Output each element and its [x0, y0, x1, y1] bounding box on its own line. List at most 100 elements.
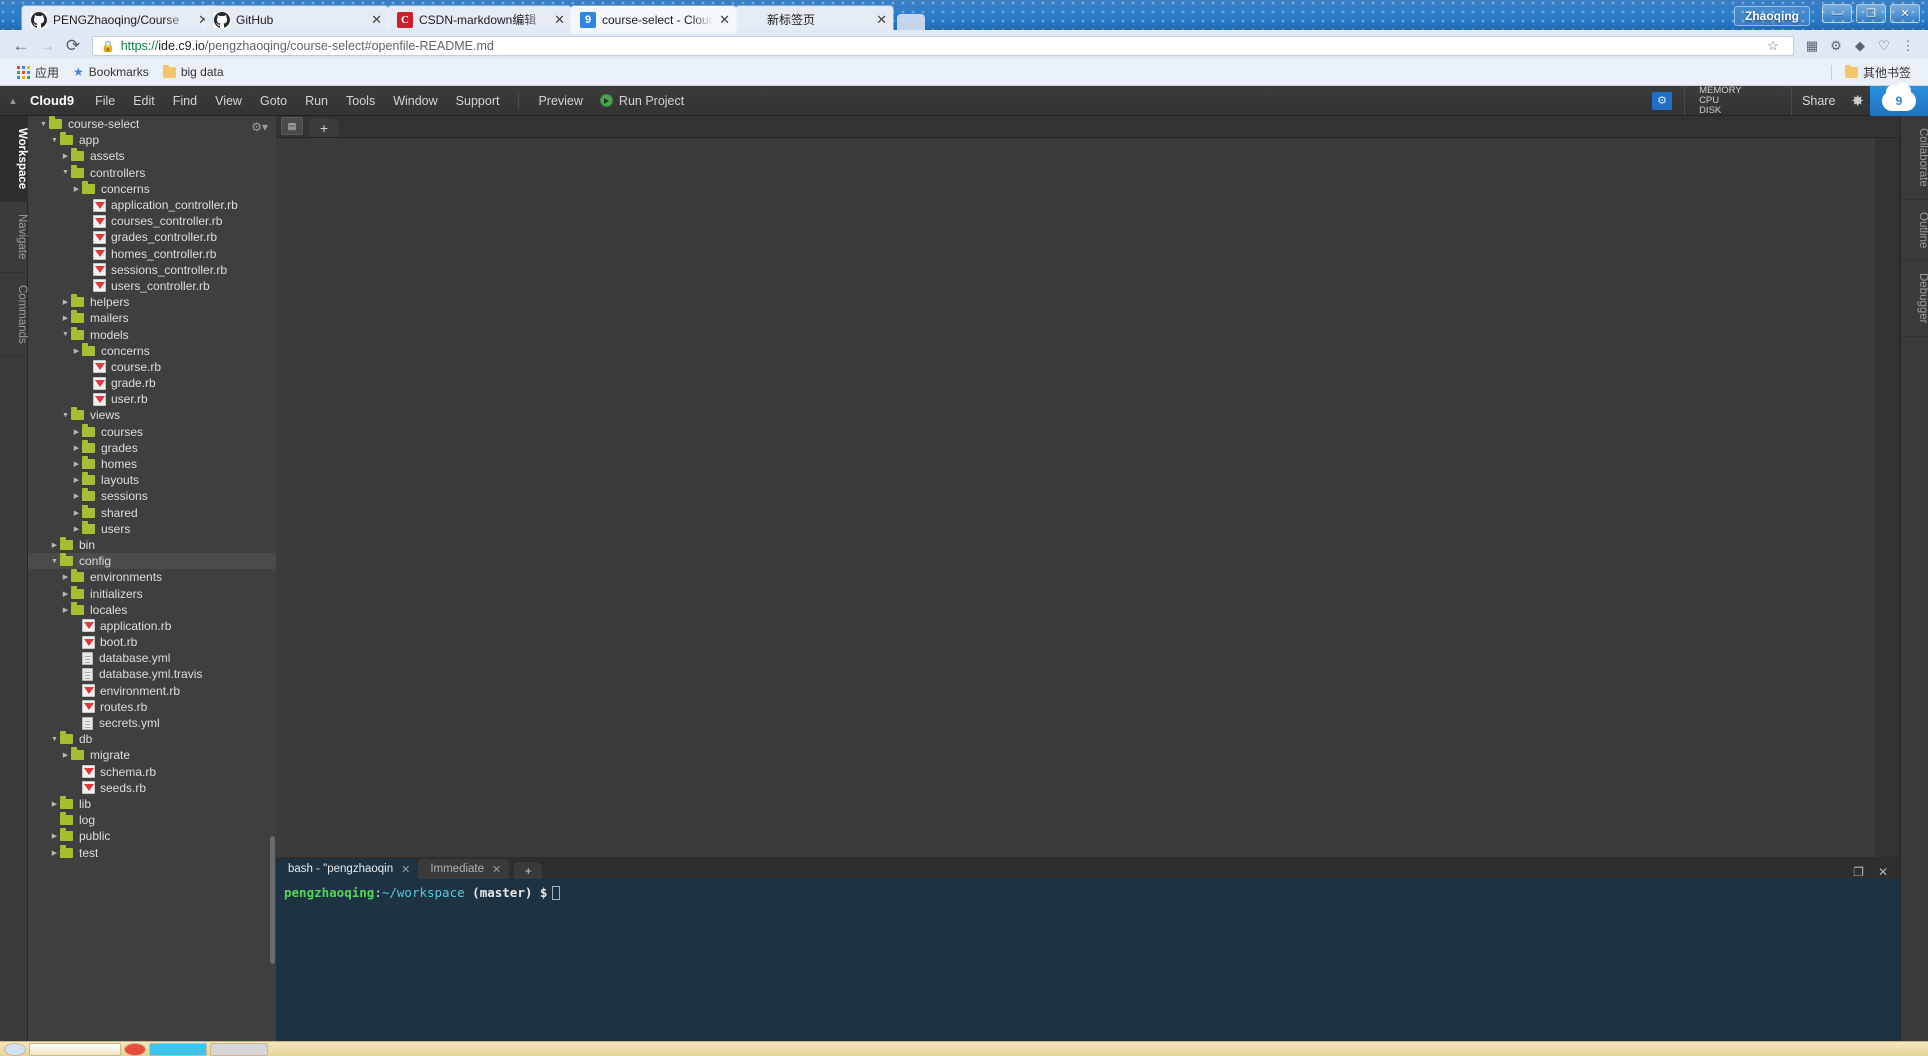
tree-row[interactable]: ▶ test [28, 844, 276, 860]
close-icon[interactable]: ✕ [554, 13, 565, 26]
back-button[interactable]: ← [8, 35, 34, 57]
tree-row[interactable]: ▶grade.rb [28, 375, 276, 391]
tree-row[interactable]: ▶ concerns [28, 180, 276, 197]
gear-icon[interactable]: ✸ [1845, 92, 1870, 110]
tree-row[interactable]: ▶homes_controller.rb [28, 246, 276, 262]
chevron-right-icon[interactable]: ▶ [60, 606, 71, 614]
editor-menu-icon[interactable]: ▤ [281, 117, 303, 135]
taskbar-item[interactable] [29, 1042, 121, 1056]
browser-tab-0[interactable]: PENGZhaoqing/Course ✕ [22, 6, 215, 33]
tree-row[interactable]: ▶environment.rb [28, 683, 276, 699]
bookmark-big-data[interactable]: big data [156, 63, 231, 81]
share-button[interactable]: Share [1792, 94, 1845, 108]
tree-row[interactable]: ▶ layouts [28, 472, 276, 488]
editor-canvas[interactable] [276, 138, 1900, 857]
terminal-body[interactable]: pengzhaoqing:~/workspace (master) $ [276, 879, 1900, 1041]
tree-row[interactable]: ▶ shared [28, 504, 276, 521]
tree-row[interactable]: ▶ lib [28, 795, 276, 812]
tree-row[interactable]: ▶ mailers [28, 310, 276, 326]
menu-run[interactable]: Run [296, 90, 337, 112]
browser-tab-2[interactable]: C CSDN-markdown编辑 ✕ [388, 6, 571, 33]
heart-icon[interactable]: ♡ [1872, 35, 1896, 57]
tree-row[interactable]: ▶user.rb [28, 391, 276, 407]
tree-row[interactable]: ▶ users [28, 520, 276, 537]
tree-row[interactable]: ▶ grades [28, 439, 276, 456]
chevron-right-icon[interactable]: ▶ [71, 492, 82, 500]
tree-row[interactable]: ▶ public [28, 828, 276, 844]
tree-row[interactable]: ▶ initializers [28, 585, 276, 601]
tree-row[interactable]: ▶ assets [28, 148, 276, 164]
tree-row[interactable]: ▶database.yml.travis [28, 666, 276, 682]
taskbar-item[interactable] [210, 1042, 268, 1056]
console-maximize-icon[interactable]: ❐ [1853, 865, 1864, 879]
tree-row[interactable]: ▶seeds.rb [28, 780, 276, 796]
tree-row[interactable]: ▶users_controller.rb [28, 278, 276, 294]
console-close-icon[interactable]: ✕ [1878, 865, 1888, 879]
chevron-down-icon[interactable]: ▼ [49, 558, 60, 565]
rail-item-collaborate[interactable]: Collaborate [1901, 116, 1928, 200]
tree-row[interactable]: ▶ homes [28, 456, 276, 472]
taskbar-item[interactable] [124, 1042, 146, 1056]
menu-goto[interactable]: Goto [251, 90, 296, 112]
tree-row[interactable]: ▶routes.rb [28, 699, 276, 715]
close-icon[interactable]: ✕ [876, 13, 887, 26]
tree-row[interactable]: ▶boot.rb [28, 634, 276, 650]
chevron-right-icon[interactable]: ▶ [71, 460, 82, 468]
tree-row[interactable]: ▶grades_controller.rb [28, 229, 276, 245]
chevron-right-icon[interactable]: ▶ [49, 800, 60, 808]
chevron-right-icon[interactable]: ▶ [49, 832, 60, 840]
window-restore-button[interactable]: ❐ [1856, 4, 1886, 23]
menu-view[interactable]: View [206, 90, 251, 112]
tree-row[interactable]: ▶ helpers [28, 294, 276, 310]
tree-row[interactable]: ▼ models [28, 326, 276, 342]
tree-row[interactable]: ▶ bin [28, 536, 276, 553]
editor-empty-area[interactable] [276, 138, 1875, 857]
console-tab-bash[interactable]: bash - "pengzhaoqin ✕ [276, 859, 419, 879]
rail-item-outline[interactable]: Outline [1901, 200, 1928, 262]
browser-tab-1[interactable]: GitHub ✕ [205, 6, 388, 33]
collapse-menu-icon[interactable]: ▲ [0, 86, 26, 116]
dropbox-icon[interactable]: ◆ [1848, 35, 1872, 57]
browser-tab-4[interactable]: 新标签页 ✕ [736, 6, 893, 33]
menu-tools[interactable]: Tools [337, 90, 384, 112]
chevron-right-icon[interactable]: ▶ [71, 444, 82, 452]
chevron-right-icon[interactable]: ▶ [60, 298, 71, 306]
taskbar-item[interactable] [149, 1042, 207, 1056]
tree-row[interactable]: ▶application.rb [28, 618, 276, 634]
tree-row[interactable]: ▶database.yml [28, 650, 276, 666]
rail-item-commands[interactable]: Commands [0, 273, 28, 357]
tree-row[interactable]: ▶sessions_controller.rb [28, 262, 276, 278]
chevron-right-icon[interactable]: ▶ [71, 509, 82, 517]
tree-row[interactable]: ▶ environments [28, 569, 276, 585]
close-icon[interactable]: ✕ [401, 863, 410, 876]
rail-item-workspace[interactable]: Workspace [0, 116, 28, 203]
chevron-right-icon[interactable]: ▶ [71, 347, 82, 355]
chevron-right-icon[interactable]: ▶ [71, 185, 82, 193]
tree-row[interactable]: ▶courses_controller.rb [28, 213, 276, 229]
chevron-right-icon[interactable]: ▶ [49, 541, 60, 549]
tree-row[interactable]: ▶application_controller.rb [28, 197, 276, 213]
cloud9-brand-label[interactable]: Cloud9 [26, 93, 86, 108]
extension-icon[interactable]: ⚙ [1824, 35, 1848, 57]
rail-item-navigate[interactable]: Navigate [0, 202, 28, 273]
window-minimize-button[interactable]: — [1822, 4, 1852, 23]
browser-menu-icon[interactable]: ⋮ [1896, 35, 1920, 57]
close-icon[interactable]: ✕ [371, 13, 382, 26]
bookmark-other-bookmarks[interactable]: 其他书签 [1838, 62, 1918, 83]
chevron-down-icon[interactable]: ▼ [38, 121, 49, 128]
bookmark-apps[interactable]: 应用 [10, 62, 66, 83]
bookmark-bookmarks[interactable]: ★ Bookmarks [66, 63, 156, 81]
run-project-button[interactable]: Run Project [592, 90, 692, 112]
tree-row[interactable]: ▼ app [28, 132, 276, 148]
tree-row[interactable]: ▼ db [28, 731, 276, 747]
tree-row[interactable]: ▶ locales [28, 601, 276, 618]
tree-row[interactable]: ▶schema.rb [28, 764, 276, 780]
chevron-down-icon[interactable]: ▼ [60, 169, 71, 176]
tree-row[interactable]: ▶ migrate [28, 747, 276, 763]
console-new-tab-button[interactable]: + [514, 862, 543, 879]
tree-scrollbar[interactable] [270, 836, 275, 964]
chevron-down-icon[interactable]: ▼ [60, 412, 71, 419]
tree-row[interactable]: ▼ config [28, 553, 276, 570]
tree-row[interactable]: ▶ courses [28, 423, 276, 440]
apps-icon[interactable]: ▦ [1800, 35, 1824, 57]
